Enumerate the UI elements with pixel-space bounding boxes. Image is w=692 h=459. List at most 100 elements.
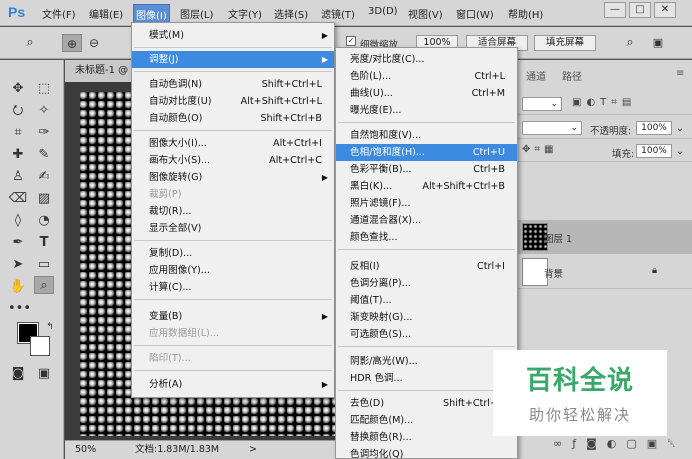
blend-mode-dropdown[interactable]: ⌄ bbox=[522, 121, 582, 135]
menu-item-image-rotation[interactable]: 图像旋转(G) ▶ bbox=[132, 169, 334, 186]
type-tool-icon[interactable]: T bbox=[34, 234, 54, 252]
menu-item-equalize[interactable]: 色调均化(Q) bbox=[336, 446, 517, 458]
menu-item-color-balance[interactable]: 色彩平衡(B)... Ctrl+B bbox=[336, 161, 517, 178]
menu-item-vibrance[interactable]: 自然饱和度(V)... bbox=[336, 127, 517, 144]
lock-icons[interactable]: ✥⌗▦ bbox=[522, 144, 557, 155]
menu-item-shadows-highlights[interactable]: 阴影/高光(W)... bbox=[336, 353, 517, 370]
fill-screen-button[interactable]: 填充屏幕 bbox=[534, 35, 596, 51]
menu-item-invert[interactable]: 反相(I) Ctrl+I bbox=[336, 258, 517, 275]
menu-edit[interactable]: 编辑(E) bbox=[89, 6, 123, 21]
zoom-tool-icon[interactable]: ⌕ bbox=[34, 276, 54, 294]
path-select-icon[interactable]: ➤ bbox=[8, 256, 28, 274]
menu-item-calculations[interactable]: 计算(C)... bbox=[132, 279, 334, 296]
menu-item-threshold[interactable]: 阈值(T)... bbox=[336, 292, 517, 309]
fill-dropdown-icon[interactable]: ⌄ bbox=[676, 146, 684, 157]
menu-item-adjustments[interactable]: 调整(J) ▶ bbox=[132, 51, 334, 68]
menu-type[interactable]: 文字(Y) bbox=[228, 6, 262, 21]
layer-row-background[interactable]: 背景 🔒︎ bbox=[518, 255, 692, 289]
maximize-button[interactable]: □ bbox=[629, 2, 651, 18]
menu-item-exposure[interactable]: 曝光度(E)... bbox=[336, 102, 517, 119]
more-tools-icon[interactable]: ••• bbox=[8, 300, 31, 318]
gradient-tool-icon[interactable]: ▨ bbox=[34, 190, 54, 208]
crop-tool-icon[interactable]: ⌗ bbox=[8, 124, 28, 142]
menu-view[interactable]: 视图(V) bbox=[408, 6, 443, 21]
menu-filter[interactable]: 滤镜(T) bbox=[321, 6, 355, 21]
eraser-icon[interactable]: ⌫ bbox=[8, 190, 28, 208]
menu-item-analysis[interactable]: 分析(A) ▶ bbox=[132, 376, 334, 393]
menu-item-match-color[interactable]: 匹配颜色(M)... bbox=[336, 412, 517, 429]
menu-item-hdr-toning[interactable]: HDR 色调... bbox=[336, 370, 517, 387]
menu-item-levels[interactable]: 色阶(L)... Ctrl+L bbox=[336, 68, 517, 85]
tab-paths[interactable]: 路径 bbox=[562, 68, 582, 83]
clone-stamp-icon[interactable]: ♙ bbox=[8, 168, 28, 186]
menu-item-auto-contrast[interactable]: 自动对比度(U) Alt+Shift+Ctrl+L bbox=[132, 93, 334, 110]
menu-item-brightness-contrast[interactable]: 亮度/对比度(C)... bbox=[336, 51, 517, 68]
filter-icons[interactable]: ▣◐T⌗▤ bbox=[572, 97, 636, 108]
hand-tool-icon[interactable]: ✋ bbox=[8, 278, 28, 296]
workspace-icon[interactable]: ▣ bbox=[648, 34, 668, 52]
menu-item-mode[interactable]: 模式(M) ▶ bbox=[132, 27, 334, 44]
marquee-tool-icon[interactable]: ⬚ bbox=[34, 80, 54, 98]
tab-channels[interactable]: 通道 bbox=[526, 68, 546, 83]
menu-item-trim[interactable]: 裁切(R)... bbox=[132, 203, 334, 220]
magic-wand-icon[interactable]: ✧ bbox=[34, 102, 54, 120]
quick-mask-icon[interactable]: ◙ bbox=[8, 365, 28, 383]
swap-colors-icon[interactable]: ↰ bbox=[40, 318, 60, 336]
menu-separator bbox=[338, 249, 515, 250]
menu-layer[interactable]: 图层(L) bbox=[180, 6, 213, 21]
menu-item-channel-mixer[interactable]: 通道混合器(X)... bbox=[336, 212, 517, 229]
menu-item-color-lookup[interactable]: 颜色查找... bbox=[336, 229, 517, 246]
history-brush-icon[interactable]: ✍ bbox=[34, 168, 54, 186]
menu-item-canvas-size[interactable]: 画布大小(S)... Alt+Ctrl+C bbox=[132, 152, 334, 169]
menu-window[interactable]: 窗口(W) bbox=[456, 6, 494, 21]
lasso-tool-icon[interactable]: ⭮ bbox=[8, 102, 28, 120]
zoom-level[interactable]: 50% bbox=[75, 441, 96, 459]
menu-file[interactable]: 文件(F) bbox=[42, 6, 76, 21]
menu-separator bbox=[134, 47, 332, 48]
panel-menu-icon[interactable]: ≡ bbox=[676, 68, 684, 79]
menu-item-selective-color[interactable]: 可选颜色(S)... bbox=[336, 326, 517, 343]
search-icon[interactable]: ⌕ bbox=[620, 34, 640, 52]
opacity-dropdown-icon[interactable]: ⌄ bbox=[676, 123, 684, 134]
menu-item-hue-saturation[interactable]: 色相/饱和度(H)... Ctrl+U bbox=[336, 144, 517, 161]
move-tool-icon[interactable]: ✥ bbox=[8, 80, 28, 98]
menu-item-photo-filter[interactable]: 照片滤镜(F)... bbox=[336, 195, 517, 212]
zoom-in-icon[interactable]: ⊕ bbox=[62, 34, 82, 52]
menu-item-desaturate[interactable]: 去色(D) Shift+Ctrl+U bbox=[336, 395, 517, 412]
filter-kind-dropdown[interactable]: ⌄ bbox=[522, 97, 562, 111]
menu-help[interactable]: 帮助(H) bbox=[508, 6, 543, 21]
document-tab[interactable]: 未标题-1 @ bbox=[65, 60, 135, 82]
zoom-tool-icon[interactable]: ⌕ bbox=[20, 34, 40, 52]
menu-item-auto-tone[interactable]: 自动色调(N) Shift+Ctrl+L bbox=[132, 76, 334, 93]
background-color-swatch[interactable] bbox=[30, 336, 50, 356]
dodge-tool-icon[interactable]: ◔ bbox=[34, 212, 54, 230]
menu-item-auto-color[interactable]: 自动颜色(O) Shift+Ctrl+B bbox=[132, 110, 334, 127]
menu-item-black-white[interactable]: 黑白(K)... Alt+Shift+Ctrl+B bbox=[336, 178, 517, 195]
menu-item-gradient-map[interactable]: 渐变映射(G)... bbox=[336, 309, 517, 326]
screen-mode-icon[interactable]: ▣ bbox=[34, 365, 54, 383]
close-button[interactable]: ✕ bbox=[654, 2, 676, 18]
menu-3d[interactable]: 3D(D) bbox=[368, 6, 398, 17]
scrubby-zoom-checkbox[interactable]: ✓ bbox=[346, 36, 356, 46]
minimize-button[interactable]: — bbox=[604, 2, 626, 18]
status-menu-arrow[interactable]: > bbox=[249, 441, 257, 459]
menu-item-image-size[interactable]: 图像大小(I)... Alt+Ctrl+I bbox=[132, 135, 334, 152]
rectangle-tool-icon[interactable]: ▭ bbox=[34, 256, 54, 274]
brush-tool-icon[interactable]: ✎ bbox=[34, 146, 54, 164]
menu-item-apply-image[interactable]: 应用图像(Y)... bbox=[132, 262, 334, 279]
menu-item-posterize[interactable]: 色调分离(P)... bbox=[336, 275, 517, 292]
zoom-out-icon[interactable]: ⊖ bbox=[84, 34, 104, 52]
eyedropper-icon[interactable]: ✑ bbox=[34, 124, 54, 142]
layer-row-layer1[interactable]: 图层 1 bbox=[518, 220, 692, 254]
menu-item-duplicate[interactable]: 复制(D)... bbox=[132, 245, 334, 262]
blur-tool-icon[interactable]: ◊ bbox=[8, 212, 28, 230]
fill-input[interactable]: 100% bbox=[636, 144, 672, 158]
opacity-input[interactable]: 100% bbox=[636, 121, 672, 135]
menu-item-reveal-all[interactable]: 显示全部(V) bbox=[132, 220, 334, 237]
menu-item-variables[interactable]: 变量(B) ▶ bbox=[132, 308, 334, 325]
healing-brush-icon[interactable]: ✚ bbox=[8, 146, 28, 164]
menu-item-replace-color[interactable]: 替换颜色(R)... bbox=[336, 429, 517, 446]
menu-item-curves[interactable]: 曲线(U)... Ctrl+M bbox=[336, 85, 517, 102]
pen-tool-icon[interactable]: ✒ bbox=[8, 234, 28, 252]
menu-select[interactable]: 选择(S) bbox=[274, 6, 308, 21]
